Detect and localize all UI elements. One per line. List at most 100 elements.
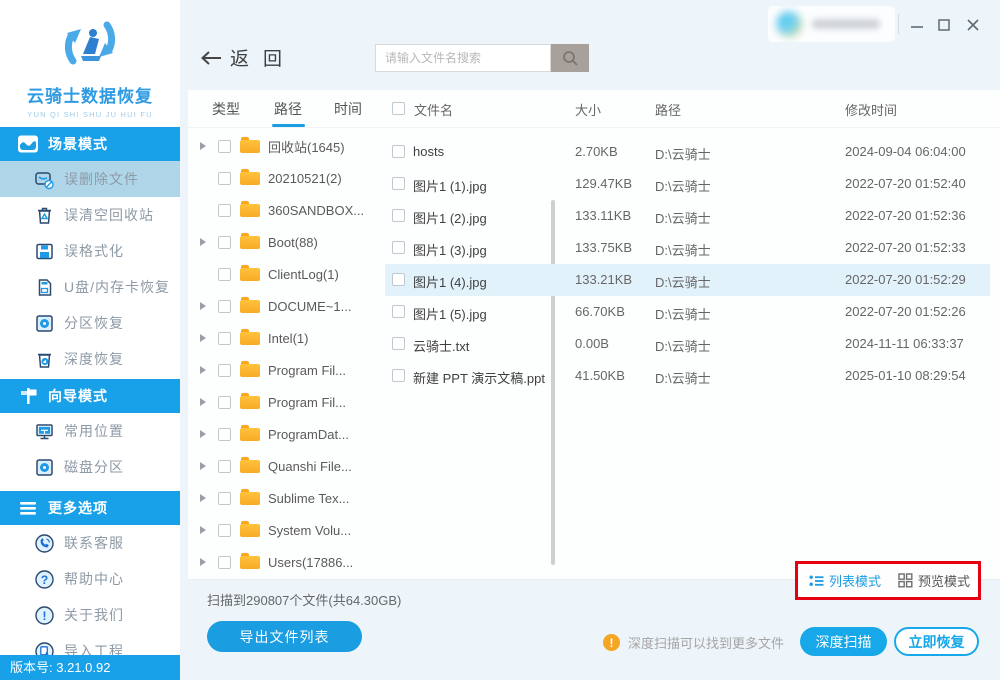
checkbox[interactable]	[392, 177, 405, 190]
tree-item[interactable]: Sublime Tex...	[200, 482, 380, 514]
expand-arrow-icon[interactable]	[200, 366, 206, 374]
checkbox[interactable]	[218, 396, 231, 409]
file-row[interactable]: hosts2.70KBD:\云骑士2024-09-04 06:04:00	[385, 136, 990, 168]
maximize-button[interactable]	[935, 16, 953, 34]
expand-arrow-icon[interactable]	[200, 142, 206, 150]
tree-item[interactable]: Quanshi File...	[200, 450, 380, 482]
checkbox[interactable]	[392, 337, 405, 350]
expand-arrow-icon[interactable]	[200, 558, 206, 566]
sidebar: 云骑士数据恢复 YUN QI SHI SHU JU HUI FU 场景模式	[0, 0, 180, 680]
checkbox[interactable]	[218, 268, 231, 281]
file-row[interactable]: 图片1 (4).jpg133.21KBD:\云骑士2022-07-20 01:5…	[385, 264, 990, 296]
maximize-icon	[937, 18, 951, 32]
close-button[interactable]	[964, 16, 982, 34]
search-input[interactable]	[375, 44, 551, 72]
tree-item[interactable]: System Volu...	[200, 514, 380, 546]
tree-item[interactable]: 360SANDBOX...	[200, 194, 380, 226]
file-row[interactable]: 云骑士.txt0.00BD:\云骑士2024-11-11 06:33:37	[385, 328, 990, 360]
section-wizard-mode[interactable]: 向导模式	[0, 379, 180, 413]
file-row[interactable]: 图片1 (1).jpg129.47KBD:\云骑士2022-07-20 01:5…	[385, 168, 990, 200]
expand-arrow-icon[interactable]	[200, 238, 206, 246]
expand-arrow-icon[interactable]	[200, 302, 206, 310]
checkbox[interactable]	[392, 273, 405, 286]
file-name: 图片1 (1).jpg	[413, 176, 487, 195]
sidebar-item-disk-partitions[interactable]: 磁盘分区	[0, 449, 180, 485]
search-bar	[375, 44, 589, 72]
file-row[interactable]: 图片1 (3).jpg133.75KBD:\云骑士2022-07-20 01:5…	[385, 232, 990, 264]
checkbox[interactable]	[218, 364, 231, 377]
tree-item[interactable]: 20210521(2)	[200, 162, 380, 194]
tree-item[interactable]: DOCUME~1...	[200, 290, 380, 322]
column-header-size[interactable]: 大小	[575, 100, 601, 119]
sidebar-item-about-us[interactable]: ! 关于我们	[0, 597, 180, 633]
minimize-button[interactable]	[908, 16, 926, 34]
checkbox[interactable]	[218, 204, 231, 217]
expand-arrow-icon[interactable]	[200, 334, 206, 342]
expand-arrow-icon[interactable]	[200, 398, 206, 406]
tree-item[interactable]: 回收站(1645)	[200, 130, 380, 162]
column-header-time[interactable]: 修改时间	[845, 100, 897, 119]
section-more-options[interactable]: 更多选项	[0, 491, 180, 525]
tree-item[interactable]: Program Fil...	[200, 354, 380, 386]
help-icon: ?	[34, 569, 55, 590]
sidebar-item-partition-recovery[interactable]: 分区恢复	[0, 305, 180, 341]
checkbox[interactable]	[218, 332, 231, 345]
preview-mode-button[interactable]: 预览模式	[898, 571, 970, 590]
checkbox[interactable]	[218, 428, 231, 441]
file-row[interactable]: 图片1 (5).jpg66.70KBD:\云骑士2022-07-20 01:52…	[385, 296, 990, 328]
deep-scan-button[interactable]: 深度扫描	[800, 627, 887, 656]
sidebar-item-help-center[interactable]: ? 帮助中心	[0, 561, 180, 597]
checkbox[interactable]	[392, 369, 405, 382]
sidebar-item-common-locations[interactable]: 常用位置	[0, 413, 180, 449]
sidebar-item-usb-card-recovery[interactable]: U盘/内存卡恢复	[0, 269, 180, 305]
tree-item[interactable]: Program Fil...	[200, 386, 380, 418]
expand-arrow-icon[interactable]	[200, 494, 206, 502]
about-icon: !	[34, 605, 55, 626]
sidebar-item-deleted-files[interactable]: 误删除文件	[0, 161, 180, 197]
tree-item[interactable]: Intel(1)	[200, 322, 380, 354]
sidebar-item-formatted[interactable]: 误格式化	[0, 233, 180, 269]
export-file-list-button[interactable]: 导出文件列表	[207, 621, 362, 652]
checkbox[interactable]	[392, 209, 405, 222]
column-header-path[interactable]: 路径	[655, 100, 681, 119]
back-label: 返回	[230, 44, 296, 71]
checkbox[interactable]	[218, 140, 231, 153]
file-time: 2024-09-04 06:04:00	[845, 144, 966, 159]
sidebar-item-emptied-recycle[interactable]: 误清空回收站	[0, 197, 180, 233]
expand-arrow-icon[interactable]	[200, 462, 206, 470]
back-button[interactable]: 返回	[200, 44, 296, 71]
tree-item[interactable]: Boot(88)	[200, 226, 380, 258]
expand-arrow-icon[interactable]	[200, 526, 206, 534]
tab-time[interactable]: 时间	[334, 99, 362, 119]
file-row[interactable]: 新建 PPT 演示文稿.ppt41.50KBD:\云骑士2025-01-10 0…	[385, 360, 990, 392]
checkbox[interactable]	[218, 172, 231, 185]
checkbox[interactable]	[218, 236, 231, 249]
sidebar-item-deep-recovery[interactable]: 深度恢复	[0, 341, 180, 377]
checkbox[interactable]	[392, 241, 405, 254]
checkbox[interactable]	[218, 556, 231, 569]
select-all-checkbox[interactable]	[392, 102, 405, 115]
list-mode-icon	[809, 574, 824, 588]
checkbox[interactable]	[218, 524, 231, 537]
tree-item[interactable]: ClientLog(1)	[200, 258, 380, 290]
checkbox[interactable]	[392, 305, 405, 318]
checkbox[interactable]	[218, 460, 231, 473]
list-mode-button[interactable]: 列表模式	[809, 571, 881, 590]
sidebar-item-contact-support[interactable]: 联系客服	[0, 525, 180, 561]
back-arrow-icon	[200, 50, 222, 66]
recover-now-button[interactable]: 立即恢复	[894, 627, 979, 656]
section-scene-mode[interactable]: 场景模式	[0, 127, 180, 161]
checkbox[interactable]	[218, 492, 231, 505]
tree-item[interactable]: ProgramDat...	[200, 418, 380, 450]
checkbox[interactable]	[392, 145, 405, 158]
checkbox[interactable]	[218, 300, 231, 313]
tree-item[interactable]: Users(17886...	[200, 546, 380, 578]
expand-arrow-icon[interactable]	[200, 430, 206, 438]
tab-type[interactable]: 类型	[212, 99, 240, 119]
search-button[interactable]	[551, 44, 589, 72]
tab-path[interactable]: 路径	[274, 99, 302, 119]
sidebar-item-label: 磁盘分区	[64, 457, 124, 477]
disk-partition-icon	[34, 457, 55, 478]
column-header-name[interactable]: 文件名	[414, 100, 453, 119]
file-row[interactable]: 图片1 (2).jpg133.11KBD:\云骑士2022-07-20 01:5…	[385, 200, 990, 232]
